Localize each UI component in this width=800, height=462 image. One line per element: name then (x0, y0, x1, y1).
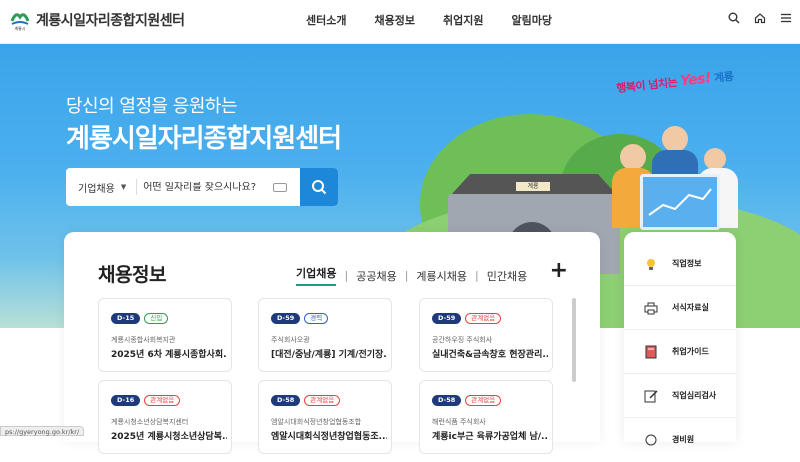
dday-badge: D-59 (271, 313, 301, 324)
quick-item-label: 서식자료실 (672, 303, 709, 312)
slogan-yes: Yes! (679, 70, 712, 90)
main-nav: 센터소개 채용정보 취업지원 알림마당 (306, 12, 580, 28)
quick-item-psych-test[interactable]: 직업심리검사 (624, 374, 736, 418)
card-badges: D-58 관계없음 (432, 395, 502, 406)
book-icon (644, 344, 658, 359)
job-card[interactable]: D-58 관계없음 엠알시대회식정년창업협동조합 엠알시대회식정년창업협동조... (258, 380, 392, 454)
career-tag: 경력 (304, 313, 329, 324)
job-card[interactable]: D-16 관계없음 계룡시청소년상담복지센터 2025년 계룡시청소년상담복... (98, 380, 232, 454)
card-org: 계룡시종합사회복지관 (111, 336, 176, 344)
job-card[interactable]: D-59 관계없음공간하우징 주식회사실내건축&금속창호 현장관리... (419, 298, 553, 372)
nav-item-center[interactable]: 센터소개 (306, 12, 346, 28)
card-title: 2025년 6차 계룡시종합사회... (111, 350, 227, 360)
status-url: ps://gyeryong.go.kr/kr/ (0, 426, 85, 436)
dday-badge: D-59 (432, 313, 462, 324)
tab-separator: | (475, 269, 479, 282)
card-title: 실내건축&금속창호 현장관리... (432, 350, 548, 360)
job-card[interactable]: D-58 관계없음 해런식품 주식회사 계룡ic부근 육류가공업체 남/... (419, 380, 553, 454)
edit-icon (644, 388, 658, 403)
jobs-tabs: 기업채용 | 공공채용 | 계룡시채용 | 민간채용 (296, 265, 527, 286)
person-illustration (704, 148, 726, 170)
keyboard-icon[interactable] (273, 182, 288, 192)
quick-item-label: 취업가이드 (672, 347, 709, 356)
search-icon (312, 180, 327, 195)
search-input[interactable] (143, 181, 272, 193)
logo-text: 계룡시일자리종합지원센터 (36, 13, 185, 29)
card-org: 계룡시청소년상담복지센터 (111, 418, 189, 426)
card-badges: D-15 신입 (111, 313, 169, 324)
menu-icon[interactable] (780, 12, 792, 27)
tab-separator: | (344, 269, 349, 282)
dday-badge: D-15 (111, 313, 141, 324)
site-header: 계룡시 계룡시일자리종합지원센터 센터소개 채용정보 취업지원 알림마당 (0, 0, 800, 44)
logo-small-text: 계룡시 (14, 25, 25, 31)
dday-badge: D-58 (432, 395, 462, 406)
badge-icon (644, 432, 658, 446)
quick-item-guide[interactable]: 취업가이드 (624, 330, 736, 374)
gate-sign: 계룡 (516, 182, 550, 191)
career-tag: 신입 (144, 313, 169, 324)
dday-badge: D-16 (111, 395, 141, 406)
scrollbar[interactable] (572, 298, 576, 382)
tab-city[interactable]: 계룡시채용 (416, 268, 467, 284)
search-icon[interactable] (728, 12, 740, 27)
job-card[interactable]: D-15 신입계룡시종합사회복지관 2025년 6차 계룡시종합사회... (98, 298, 232, 372)
tab-public[interactable]: 공공채용 (356, 268, 396, 284)
card-org: 공간하우징 주식회사 (432, 336, 493, 344)
logo-mark-icon: 계룡시 (10, 9, 30, 31)
slogan-text-2: 계룡 (713, 69, 734, 85)
quick-item-job-info[interactable]: 직업정보 (624, 242, 736, 286)
tab-separator: | (404, 269, 409, 282)
section-title: 채용정보 (98, 264, 166, 286)
quick-menu: 직업정보 서식자료실 취업가이드 직업심리검사 경비원 (624, 232, 736, 446)
home-icon[interactable] (754, 12, 766, 27)
quick-item-label: 직업정보 (672, 259, 702, 268)
person-illustration (662, 126, 688, 152)
slogan: 행복이 넘치는 Yes! 계룡 (615, 68, 734, 96)
job-card[interactable]: D-59 경력주식회사오광 [대전/중남/계룡] 기계/전기장... (258, 298, 392, 372)
quick-item-guard[interactable]: 경비원 (624, 418, 736, 462)
site-logo[interactable]: 계룡시 계룡시일자리종합지원센터 (10, 9, 185, 31)
career-tag: 관계없음 (465, 395, 502, 406)
card-badges: D-58 관계없음 (271, 395, 341, 406)
lightbulb-icon (644, 256, 658, 270)
card-badges: D-59 경력 (271, 313, 329, 324)
card-badges: D-59 관계없음 (432, 313, 502, 324)
slogan-text-1: 행복이 넘치는 (615, 75, 678, 96)
search-category-label: 기업채용 (78, 183, 115, 195)
card-org: 해런식품 주식회사 (432, 418, 486, 426)
card-org: 주식회사오광 (271, 336, 310, 344)
card-badges: D-16 관계없음 (111, 395, 181, 406)
quick-item-label: 직업심리검사 (672, 391, 717, 400)
nav-item-notice[interactable]: 알림마당 (511, 12, 551, 28)
career-tag: 관계없음 (144, 395, 181, 406)
tab-company[interactable]: 기업채용 (296, 265, 337, 286)
tab-private[interactable]: 민간채용 (487, 268, 527, 284)
hero-subtitle: 당신의 열정을 응원하는 (66, 96, 238, 117)
card-org: 엠알시대회식정년창업협동조합 (271, 418, 362, 426)
caret-down-icon: ▼ (120, 183, 127, 191)
nav-item-support[interactable]: 취업지원 (443, 12, 483, 28)
career-tag: 관계없음 (465, 313, 502, 324)
search-bar: 기업채용 ▼ (66, 168, 338, 206)
dday-badge: D-58 (271, 395, 301, 406)
more-button[interactable]: + (550, 258, 568, 283)
person-illustration (620, 144, 646, 170)
chart-board-illustration (640, 174, 720, 230)
search-category-select[interactable]: 기업채용 ▼ (66, 179, 138, 195)
card-title: [대전/중남/계룡] 기계/전기장... (271, 350, 387, 360)
nav-item-jobs[interactable]: 채용정보 (374, 12, 414, 28)
hero-title: 계룡시일자리종합지원센터 (66, 124, 342, 154)
header-icons (728, 12, 792, 27)
career-tag: 관계없음 (304, 395, 341, 406)
search-button[interactable] (300, 168, 338, 206)
printer-icon (644, 300, 658, 315)
quick-item-forms[interactable]: 서식자료실 (624, 286, 736, 330)
